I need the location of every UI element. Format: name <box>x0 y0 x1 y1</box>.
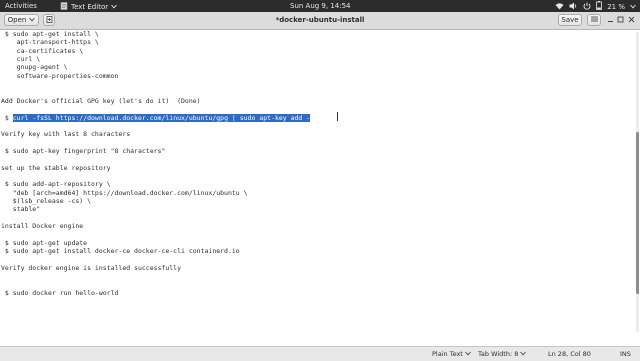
text-editor-area[interactable]: $ sudo apt-get install \ apt-transport-h… <box>0 30 634 346</box>
editor-line: "deb [arch=amd64] https://download.docke… <box>1 189 248 197</box>
close-icon <box>628 16 635 25</box>
power-icon <box>583 2 591 12</box>
chevron-down-icon <box>630 3 636 11</box>
tab-width-label: Tab Width: 8 <box>478 350 519 358</box>
editor-line: Verify docker engine is installed succes… <box>1 264 181 272</box>
chevron-down-icon <box>29 16 36 24</box>
text-cursor <box>337 112 338 121</box>
editor-line: $ sudo apt-get update <box>1 239 87 247</box>
editor-line: apt-transport-https \ <box>1 38 99 46</box>
editor-line: Add Docker's official GPG key (let's do … <box>1 97 201 105</box>
editor-line-text: "deb [arch=amd64] https://download.docke… <box>1 188 248 197</box>
document-title: *docker-ubuntu-install <box>275 16 365 24</box>
editor-line: ca-certificates \ <box>1 46 84 55</box>
close-button[interactable] <box>625 14 637 26</box>
new-document-button[interactable] <box>43 14 55 26</box>
editor-line-text: $ sudo apt-get install docker-ce docker-… <box>1 247 240 256</box>
editor-line-text: apt-transport-https \ <box>1 38 99 47</box>
chevron-down-icon <box>520 350 527 358</box>
editor-line: $ sudo apt-key fingerprint "8 characters… <box>1 147 165 155</box>
minimize-icon <box>607 16 614 25</box>
hamburger-menu-button[interactable] <box>587 14 601 26</box>
battery-percent: 21 % <box>607 2 625 11</box>
open-button[interactable]: Open <box>4 14 39 26</box>
editor-line-text: $ sudo apt-key fingerprint "8 characters… <box>1 146 166 155</box>
editor-line-text: software-properties-common <box>1 71 119 80</box>
chevron-down-icon <box>465 350 471 358</box>
editor-line-text: $ sudo docker run hello-world <box>1 288 119 297</box>
open-button-label: Open <box>7 16 27 24</box>
editor-line-text: Verify docker engine is installed succes… <box>1 263 182 272</box>
editor-line: gnupg-agent \ <box>1 63 68 71</box>
app-menu[interactable]: Text Editor <box>60 2 117 12</box>
insert-mode: INS <box>620 350 631 358</box>
activities-button[interactable]: Activities <box>5 2 37 10</box>
hamburger-icon <box>590 16 598 24</box>
battery-icon <box>596 1 603 12</box>
editor-line: Verify key with last 8 characters <box>1 130 130 138</box>
status-bar: Plain Text Tab Width: 8 Ln 28, Col 80 IN… <box>0 346 640 361</box>
editor-line: $ sudo apt-get install \ <box>1 30 99 38</box>
selected-text: curl -fsSL https://download.docker.com/l… <box>12 113 311 122</box>
editor-line: set up the stable repository <box>1 164 111 172</box>
editor-line: install Docker engine <box>1 222 83 230</box>
new-document-icon <box>46 15 53 25</box>
editor-line-text: Add Docker's official GPG key (let's do … <box>1 96 201 105</box>
editor-line: curl \ <box>1 55 41 64</box>
language-selector[interactable]: Plain Text <box>432 350 471 358</box>
editor-line-text: install Docker engine <box>1 222 84 231</box>
editor-line-text: Verify key with last 8 characters <box>1 130 131 139</box>
editor-line: $ sudo add-apt-repository \ <box>1 180 111 188</box>
system-top-bar: Activities Text Editor Sun Aug 9, 14:54 … <box>0 0 640 12</box>
vertical-scrollbar-thumb[interactable] <box>636 132 639 294</box>
editor-line: stable" <box>1 205 40 213</box>
editor-line-text: $(lsb_release -cs) \ <box>1 197 92 205</box>
editor-line: software-properties-common <box>1 71 119 80</box>
status-menu[interactable]: 21 % <box>555 1 636 12</box>
clock[interactable]: Sun Aug 9, 14:54 <box>290 2 351 10</box>
header-bar: Open *docker-ubuntu-install Save <box>0 12 640 30</box>
editor-line-text: $ sudo apt-get update <box>1 238 88 247</box>
chevron-down-icon <box>111 3 117 11</box>
editor-line-text: ca-certificates \ <box>1 46 84 55</box>
editor-line: $ sudo docker run hello-world <box>1 288 119 297</box>
editor-line-text: $ <box>1 113 13 122</box>
volume-icon <box>569 2 578 12</box>
editor-line-text: curl \ <box>1 55 41 64</box>
network-icon <box>555 2 564 12</box>
editor-line-text: stable" <box>1 205 41 214</box>
editor-line-text: gnupg-agent \ <box>1 63 68 72</box>
editor-line: $ curl -fsSL https://download.docker.com… <box>1 113 311 122</box>
save-button[interactable]: Save <box>558 14 582 26</box>
editor-line: $(lsb_release -cs) \ <box>1 197 91 205</box>
app-name: Text Editor <box>71 3 109 11</box>
editor-line-text: $ sudo apt-get install \ <box>1 30 99 38</box>
tab-width-selector[interactable]: Tab Width: 8 <box>478 350 527 358</box>
editor-line-text: set up the stable repository <box>1 163 111 172</box>
text-editor-icon <box>60 2 68 12</box>
editor-line: $ sudo apt-get install docker-ce docker-… <box>1 247 240 255</box>
maximize-icon <box>617 16 624 25</box>
language-label: Plain Text <box>432 350 463 358</box>
editor-line-text: $ sudo add-apt-repository \ <box>1 180 111 189</box>
cursor-position[interactable]: Ln 28, Col 80 <box>548 350 591 358</box>
